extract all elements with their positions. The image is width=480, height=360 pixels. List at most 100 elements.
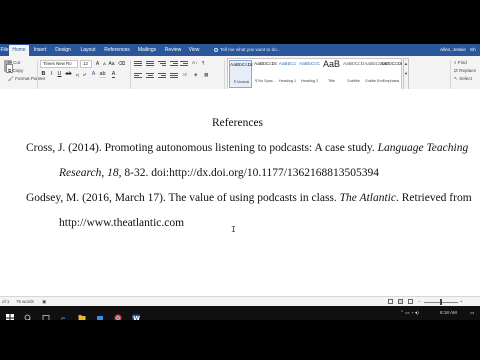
style-normal[interactable]: AaBbCcDc ¶ Normal [229,60,253,88]
word-icon[interactable]: W [132,309,140,320]
reference-2-line-2: http://www.theatlantic.com [59,217,185,229]
reference-1-line-1: Cross, J. (2014). Promoting autonomous l… [26,142,468,154]
tray-icons[interactable]: ⌃ ▭ ◔ ◂) [400,306,419,320]
line-spacing-button[interactable]: ↕≡ [182,71,187,78]
style-subtitle[interactable]: AaBbCcD Subtitle [342,60,365,88]
bold-button[interactable]: B [40,71,47,78]
zoom-slider-thumb[interactable] [440,299,442,305]
style-title[interactable]: AaB Title [320,59,343,88]
tab-mailings[interactable]: Mailings [135,45,159,56]
increase-indent-button[interactable] [180,60,188,67]
search-icon[interactable] [24,309,32,320]
document-page[interactable]: References Cross, J. (2014). Promoting a… [0,89,480,249]
taskbar: e W ⌃ ▭ ◔ ◂) 8:18 AM ▭ [0,306,480,320]
bullets-button[interactable] [134,60,142,67]
edge-icon[interactable]: e [60,309,68,320]
task-view-icon[interactable] [42,309,50,320]
text-effects-button[interactable]: A [90,71,97,78]
decrease-indent-button[interactable] [170,60,178,67]
tab-insert[interactable]: Insert [31,45,49,56]
references-heading: References [211,117,264,129]
tab-references[interactable]: References [103,45,131,56]
proofing-icon[interactable]: ▣ [42,297,46,306]
video-frame: File Home Insert Design Layout Reference… [0,0,480,360]
reference-text: . Retrieved from [395,192,472,204]
style-name: ¶ No Spac... [255,79,276,83]
web-layout-icon[interactable] [408,299,413,304]
cut-label: Cut [13,60,21,65]
justify-button[interactable] [170,72,178,79]
font-name-box[interactable]: Times New Ro [40,60,78,68]
style-name: Heading 2 [300,79,319,83]
copy-label: Copy [12,68,24,73]
svg-text:e: e [61,315,65,320]
read-mode-icon[interactable] [388,299,393,304]
style-no-spacing[interactable]: AaBbCcDc ¶ No Spac... [254,60,277,88]
find-button[interactable]: ⌕ Find [454,59,467,66]
document-area[interactable]: References Cross, J. (2014). Promoting a… [0,89,480,249]
font-color-button[interactable]: A [110,71,117,78]
chevron-up-icon: ▲ [404,61,408,66]
font-size-box[interactable]: 12 [80,60,92,68]
notification-icon[interactable]: ▭ [470,306,474,320]
strikethrough-button[interactable]: ab [65,71,72,78]
style-sample: AaBbCc [278,62,297,67]
select-button[interactable]: ↖ Select [454,75,472,82]
style-sample: AaBbCcDc [254,62,277,67]
select-label: Select [459,76,472,81]
windows-start-icon[interactable] [6,309,14,320]
svg-text:W: W [133,316,140,321]
tell-me-box[interactable]: Tell me what you want to do... [214,45,281,55]
change-case-button[interactable]: Aa [108,60,115,68]
subscript-button[interactable]: x₂ [74,71,81,78]
word-count[interactable]: 76 words [16,297,34,306]
clock[interactable]: 8:18 AM [440,306,457,320]
copy-button[interactable]: ⧉ Copy [8,67,23,74]
file-explorer-icon[interactable] [78,309,86,320]
style-heading-2[interactable]: AaBbCcC Heading 2 [298,60,321,88]
tab-file[interactable]: File [0,45,9,56]
cut-button[interactable]: ✂ Cut [8,59,20,66]
align-center-button[interactable] [146,72,154,79]
align-left-button[interactable] [134,72,142,79]
store-icon[interactable] [96,309,104,320]
reference-italic: Language Teaching [377,142,469,154]
tab-design[interactable]: Design [53,45,73,56]
chrome-icon[interactable] [114,309,122,320]
multilevel-list-button[interactable] [158,60,166,67]
styles-scroll-button[interactable]: ▲ ▼ [403,58,409,90]
tab-layout[interactable]: Layout [78,45,98,56]
numbering-button[interactable] [146,60,154,67]
borders-button[interactable]: ▦ [204,71,208,78]
style-sample: AaBbCcDc [230,63,253,68]
zoom-in-icon[interactable]: + [460,297,463,306]
grow-font-button[interactable]: A [94,60,101,68]
highlight-button[interactable]: ab [99,71,106,78]
replace-button[interactable]: ⇄ Replace [454,67,476,74]
pilcrow-icon[interactable]: ¶ [202,59,204,66]
reference-text: , 8-32. doi:http://dx.doi.org/10.1177/13… [118,167,379,179]
find-label: Find [457,60,467,65]
shading-button[interactable]: ◈ [194,71,198,78]
italic-button[interactable]: I [48,71,55,78]
superscript-button[interactable]: x² [81,71,88,78]
share-button[interactable]: Sh [470,45,476,55]
sort-button[interactable]: A↓ [192,59,197,66]
user-name[interactable]: Allen, Jessie [440,45,466,55]
shrink-font-button[interactable]: A [101,60,108,68]
underline-button[interactable]: U [56,71,63,78]
style-heading-1[interactable]: AaBbCc Heading 1 [276,60,299,88]
styles-gallery: AaBbCcDc ¶ Normal AaBbCcDc ¶ No Spac... … [227,58,402,90]
align-right-button[interactable] [158,72,166,79]
print-layout-icon[interactable] [398,299,403,304]
style-emphasis[interactable]: AaBbCcDc Emphasis [380,60,402,88]
page-count[interactable]: of 1 [2,297,9,306]
style-name: Heading 1 [278,79,297,83]
tab-view[interactable]: View [186,45,202,56]
reference-italic: Research, 18 [59,167,119,179]
tell-me-text: Tell me what you want to do... [220,47,281,52]
tab-home[interactable]: Home [9,45,29,56]
clear-format-icon[interactable]: ⌫ [118,60,125,68]
zoom-out-icon[interactable]: − [418,297,421,306]
tab-review[interactable]: Review [163,45,183,56]
